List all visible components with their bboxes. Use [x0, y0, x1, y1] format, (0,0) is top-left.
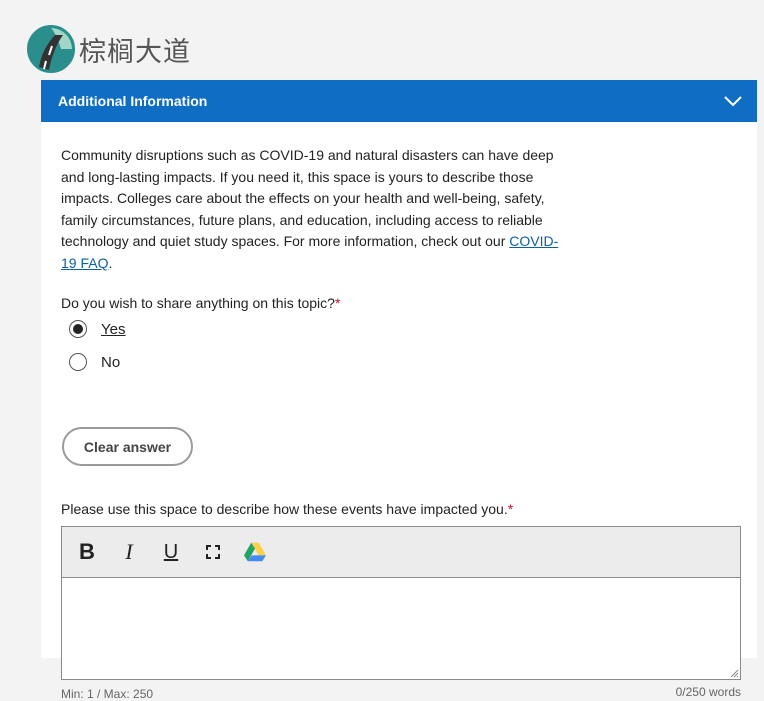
radio-selected-dot: [73, 324, 83, 334]
intro-end: .: [108, 254, 113, 271]
underline-button[interactable]: U: [160, 540, 182, 564]
radio-option-no[interactable]: No: [69, 353, 120, 371]
description-textarea[interactable]: [62, 578, 740, 679]
site-logo: 棕榈大道: [27, 24, 191, 74]
radio-yes[interactable]: [69, 320, 87, 338]
resize-handle-icon[interactable]: [729, 668, 739, 678]
chevron-down-icon[interactable]: [723, 91, 743, 111]
intro-text: Community disruptions such as COVID-19 a…: [61, 147, 554, 250]
intro-paragraph: Community disruptions such as COVID-19 a…: [61, 145, 561, 275]
clear-answer-button[interactable]: Clear answer: [62, 427, 193, 466]
rich-text-editor: B I U: [61, 526, 741, 680]
road-logo-icon: [27, 25, 75, 73]
share-question-label: Do you wish to share anything on this to…: [61, 295, 340, 311]
editor-toolbar: B I U: [62, 527, 740, 578]
description-label: Please use this space to describe how th…: [61, 501, 513, 517]
section-header[interactable]: Additional Information: [41, 80, 757, 122]
google-drive-icon[interactable]: [244, 540, 266, 564]
description-label-text: Please use this space to describe how th…: [61, 501, 508, 517]
logo-text: 棕榈大道: [79, 36, 191, 68]
radio-no-label[interactable]: No: [101, 354, 120, 371]
additional-information-panel: Additional Information Community disrupt…: [41, 80, 757, 701]
word-count: 0/250 words: [675, 685, 741, 699]
bold-button[interactable]: B: [76, 539, 98, 564]
section-title: Additional Information: [58, 93, 208, 109]
required-mark: *: [507, 501, 514, 517]
italic-button[interactable]: I: [118, 539, 140, 564]
radio-option-yes[interactable]: Yes: [69, 320, 125, 338]
share-question-text: Do you wish to share anything on this to…: [61, 295, 335, 311]
min-max-hint: Min: 1 / Max: 250: [61, 687, 154, 701]
radio-yes-label[interactable]: Yes: [101, 321, 125, 338]
fullscreen-icon[interactable]: [202, 540, 224, 564]
required-mark: *: [334, 295, 341, 311]
radio-no[interactable]: [69, 353, 87, 371]
